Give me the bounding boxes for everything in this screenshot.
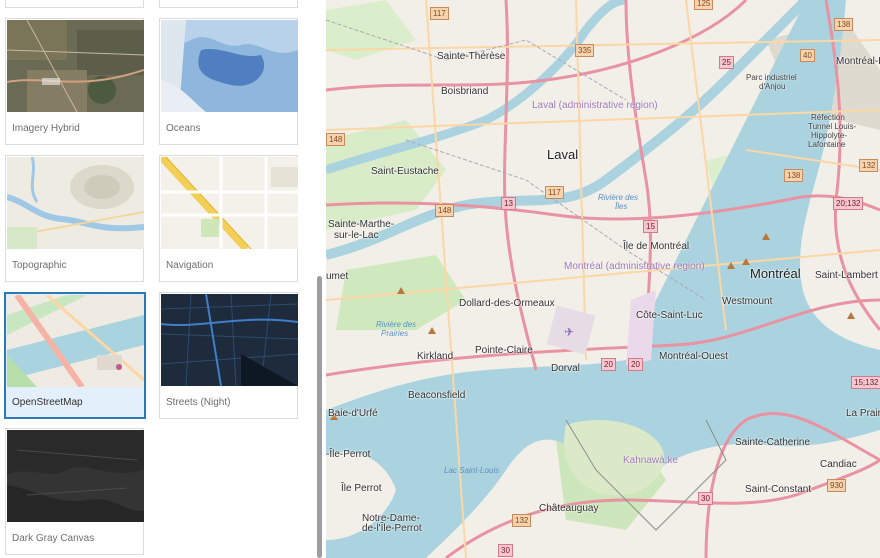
- map-label-prairies: Prairies: [381, 329, 409, 338]
- scrollbar-thumb[interactable]: [317, 276, 322, 558]
- map-label-ile-perrot-town: -Île-Perrot: [326, 449, 371, 460]
- route-shield: 30: [698, 492, 713, 505]
- map-label-boisbriand: Boisbriand: [441, 86, 489, 97]
- map-label-dorval: Dorval: [551, 363, 580, 374]
- basemap-card-dark-gray-canvas[interactable]: Dark Gray Canvas: [5, 428, 144, 555]
- basemap-card-label: OpenStreetMap: [12, 397, 83, 408]
- basemap-card-navigation[interactable]: Navigation: [159, 155, 298, 282]
- openstreetmap-thumbnail: [7, 295, 144, 387]
- route-shield: 13: [501, 197, 516, 210]
- route-shield: 138: [834, 18, 854, 31]
- basemap-card-oceans[interactable]: Oceans: [159, 18, 298, 145]
- route-shield: 125: [694, 0, 714, 10]
- map-label-laval-region: Laval (administrative region): [532, 100, 658, 111]
- basemap-card-streets-night[interactable]: Streets (Night): [159, 292, 298, 419]
- route-shield: 132: [512, 514, 532, 527]
- map-label-danjou: d'Anjou: [759, 82, 786, 91]
- streets-night-thumbnail: [161, 294, 298, 386]
- map-label-sainte-therese: Sainte-Thérèse: [437, 51, 506, 62]
- map-label-saint-lambert: Saint-Lambert: [815, 270, 878, 281]
- map-label-beaconsfield: Beaconsfield: [408, 390, 466, 401]
- route-shield: 117: [545, 186, 564, 199]
- map-label-montreal-region: Montréal (administrative region): [564, 261, 705, 272]
- basemap-card-label: Streets (Night): [166, 397, 231, 408]
- map-label-riviere-des-iles: Rivière des: [598, 193, 639, 202]
- route-shield: 335: [575, 44, 595, 57]
- map-label-de-lile-perrot: de-l'Île-Perrot: [362, 523, 422, 534]
- imagery-hybrid-thumbnail: [7, 20, 144, 112]
- navigation-thumbnail: [161, 157, 298, 249]
- route-shield: 40: [800, 49, 815, 62]
- map-label-dollard: Dollard-des-Ormeaux: [459, 298, 555, 309]
- route-shield: 15;132: [851, 376, 880, 389]
- basemap-card-label: Dark Gray Canvas: [12, 533, 95, 544]
- map-label-montreal-est: Montréal-Est: [836, 56, 880, 67]
- route-shield: 148: [326, 133, 346, 146]
- map-label-kahnawake: Kahnawà:ke: [623, 455, 679, 466]
- map-label-lafontaine: Lafontaine: [808, 140, 846, 149]
- map-label-sainte-marthe: Sainte-Marthe-: [328, 219, 395, 230]
- route-shield: 138: [784, 169, 804, 182]
- basemap-card-label: Oceans: [166, 123, 201, 134]
- basemap-card-label: Imagery Hybrid: [12, 123, 80, 134]
- map-label-baie-durfe: Baie-d'Urfé: [328, 408, 378, 419]
- oceans-thumbnail: [161, 20, 298, 112]
- map-label-saint-constant: Saint-Constant: [745, 484, 812, 495]
- gallery-scrollbar[interactable]: [314, 0, 326, 558]
- map-label-westmount: Westmount: [722, 296, 773, 307]
- basemap-card-topographic[interactable]: Topographic: [5, 155, 144, 282]
- topographic-thumbnail: [7, 157, 144, 249]
- map-label-sur-le-lac: sur-le-Lac: [334, 230, 379, 241]
- svg-text:✈: ✈: [564, 325, 574, 339]
- route-shield: 117: [430, 7, 449, 20]
- route-shield: 20: [628, 358, 643, 371]
- map-label-chateauguay: Châteauguay: [539, 503, 599, 514]
- basemap-card-partial-left[interactable]: [5, 0, 144, 8]
- map-label-montreal: Montréal: [750, 266, 801, 281]
- map-label-ile-de-montreal: Île de Montréal: [623, 241, 690, 252]
- map-label-saint-eustache: Saint-Eustache: [371, 166, 439, 177]
- map-label-cote-saint-luc: Côte-Saint-Luc: [636, 310, 703, 321]
- map-label-riviere-des-iles-2: Îles: [615, 202, 628, 211]
- basemap-card-partial-right[interactable]: [159, 0, 298, 8]
- route-shield: 15: [643, 220, 658, 233]
- route-shield: 930: [827, 479, 847, 492]
- route-shield: 20;132: [833, 197, 864, 210]
- basemap-card-label: Topographic: [12, 260, 67, 271]
- map-label-riviere-des-prairies: Rivière des: [376, 320, 417, 329]
- route-shield: 148: [435, 204, 455, 217]
- basemap-card-openstreetmap[interactable]: OpenStreetMap: [4, 292, 146, 419]
- route-shield: 30: [498, 544, 513, 557]
- map-label-la-prairie: La Prairie: [846, 408, 880, 419]
- map-label-tunnel: Tunnel Louis-: [808, 122, 857, 131]
- route-shield: 20: [601, 358, 616, 371]
- map-label-parc-industriel: Parc industriel: [746, 73, 797, 82]
- route-shield: 25: [719, 56, 734, 69]
- map-label-montreal-ouest: Montréal-Ouest: [659, 351, 728, 362]
- basemap-gallery: Imagery Hybrid Oceans Topographic Naviga…: [0, 0, 314, 558]
- map-label-hippolyte: Hippolyte-: [811, 131, 848, 140]
- dark-gray-canvas-thumbnail: [7, 430, 144, 522]
- map-view[interactable]: ✈ Sainte-Thérèse Boisbriand Laval (admin…: [326, 0, 880, 558]
- basemap-card-imagery-hybrid[interactable]: Imagery Hybrid: [5, 18, 144, 145]
- map-label-lac-saint-louis: Lac Saint-Louis: [444, 466, 500, 475]
- map-label-refection: Réfection: [811, 113, 845, 122]
- map-label-umet: umet: [326, 271, 349, 282]
- map-label-pointe-claire: Pointe-Claire: [475, 345, 533, 356]
- route-shield: 132: [859, 159, 879, 172]
- map-label-ile-perrot: Île Perrot: [341, 483, 382, 494]
- map-label-kirkland: Kirkland: [417, 351, 454, 362]
- map-label-laval: Laval: [547, 147, 579, 162]
- basemap-card-label: Navigation: [166, 260, 214, 271]
- map-label-sainte-catherine: Sainte-Catherine: [735, 437, 811, 448]
- map-label-candiac: Candiac: [820, 459, 857, 470]
